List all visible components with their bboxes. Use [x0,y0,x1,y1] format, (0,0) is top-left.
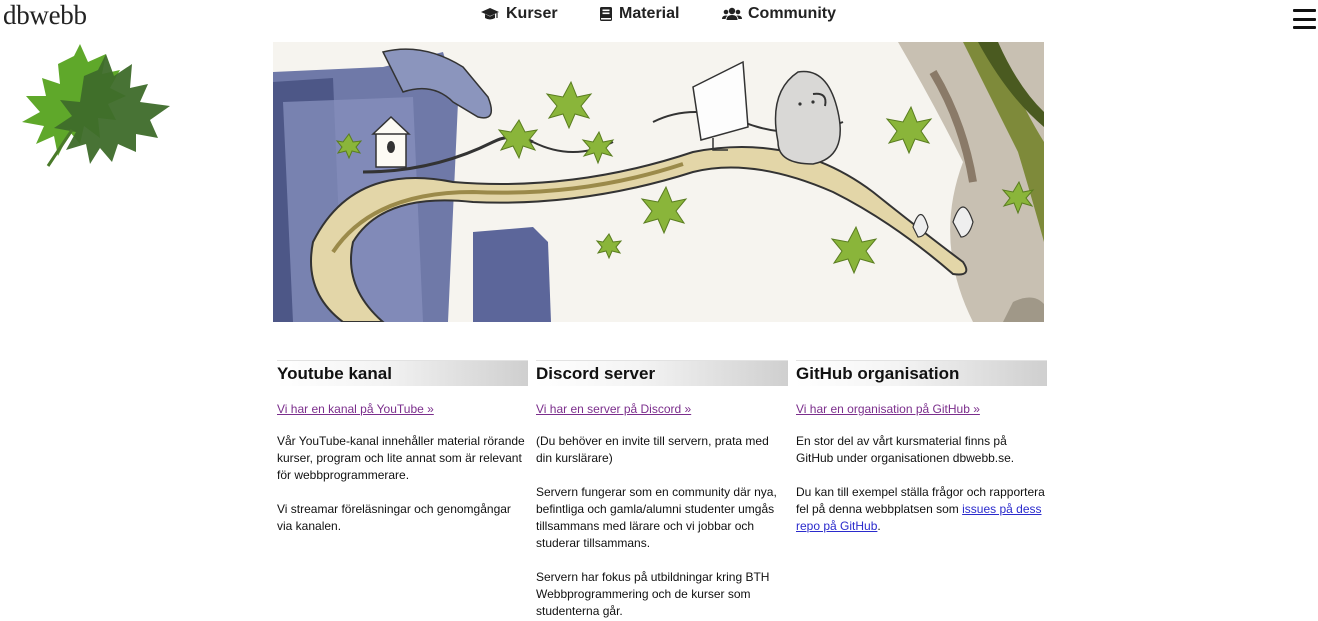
hamburger-line [1293,17,1316,21]
discord-column: Discord server Vi har en server på Disco… [536,360,788,620]
hamburger-line [1293,26,1316,29]
nav-kurser[interactable]: Kurser [480,5,558,23]
youtube-column: Youtube kanal Vi har en kanal på YouTube… [277,360,528,535]
github-heading: GitHub organisation [796,360,1047,386]
hamburger-menu-icon[interactable] [1293,9,1316,29]
users-icon [722,7,742,20]
youtube-link[interactable]: Vi har en kanal på YouTube » [277,402,528,416]
discord-focus-text: Servern har fokus på utbildningar kring … [536,570,770,618]
discord-link[interactable]: Vi har en server på Discord » [536,402,788,416]
nav-community-label: Community [748,5,836,22]
github-description: En stor del av vårt kursmaterial finns p… [796,434,1015,465]
nav-kurser-label: Kurser [506,5,558,22]
nav-material-label: Material [619,5,680,22]
hero-illustration [273,42,1044,322]
youtube-description: Vår YouTube-kanal innehåller material rö… [277,434,525,482]
nav-material[interactable]: Material [599,5,679,23]
github-link[interactable]: Vi har en organisation på GitHub » [796,402,1047,416]
github-issues-text-after: . [877,519,881,533]
discord-heading: Discord server [536,360,788,386]
discord-community-text: Servern fungerar som en community där ny… [536,485,777,550]
youtube-streaming-text: Vi streamar föreläsningar och genomgånga… [277,502,511,533]
hero-drawing [273,42,1044,322]
top-navigation: Kurser Material Community [0,5,1318,27]
book-icon [600,7,612,21]
info-columns: Youtube kanal Vi har en kanal på YouTube… [277,360,1047,621]
hamburger-line [1293,9,1316,12]
github-column: GitHub organisation Vi har en organisati… [796,360,1047,535]
github-issues-text: Du kan till exempel ställa frågor och ra… [796,484,1047,535]
nav-community[interactable]: Community [722,5,836,23]
maple-leaf-logo[interactable] [14,40,174,182]
youtube-heading: Youtube kanal [277,360,528,386]
graduation-cap-icon [481,8,499,20]
discord-invite-note: (Du behöver en invite till servern, prat… [536,434,769,465]
